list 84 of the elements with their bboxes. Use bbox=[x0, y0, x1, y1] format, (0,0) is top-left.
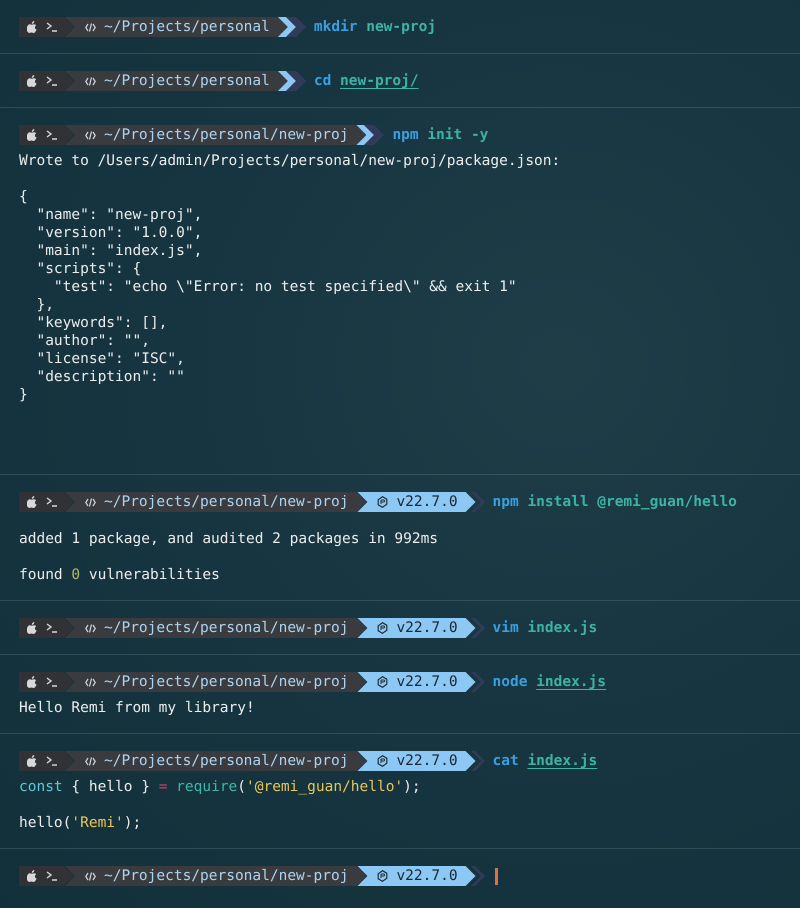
code-icon bbox=[85, 76, 96, 86]
command-text: node bbox=[492, 674, 528, 690]
output-line: added 1 package, and audited 2 packages in 992ms bbox=[19, 530, 440, 548]
chevron-icon bbox=[470, 618, 485, 638]
path-text: ~/Projects/personal/new-proj bbox=[104, 753, 348, 769]
apple-icon bbox=[27, 755, 38, 767]
output-line: Wrote to /Users/admin/Projects/personal/new-proj/package.json: bbox=[19, 152, 562, 170]
output-line: "name": "new-proj", bbox=[35, 206, 204, 224]
double-chevron-icon bbox=[276, 17, 306, 37]
code-icon bbox=[85, 498, 96, 506]
apple-icon bbox=[27, 129, 38, 141]
node-version-text: v22.7.0 bbox=[396, 753, 458, 769]
output-line: "version": "1.0.0", bbox=[35, 224, 204, 242]
code-line: hello('Remi'); bbox=[19, 814, 142, 832]
node-version-text: v22.7.0 bbox=[396, 674, 458, 690]
command-argument: new-proj bbox=[366, 19, 436, 35]
output-line: } bbox=[19, 386, 29, 404]
command-argument: new-proj/ bbox=[340, 73, 419, 89]
command-text: npm bbox=[392, 127, 419, 143]
path-text: ~/Projects/personal/new-proj bbox=[104, 127, 348, 143]
hexagon-icon bbox=[377, 496, 388, 508]
command-text: cat bbox=[492, 753, 519, 769]
output-line: found 0 vulnerabilities bbox=[19, 566, 221, 584]
command-text: mkdir bbox=[314, 19, 358, 35]
command-argument: install bbox=[527, 494, 589, 510]
chevron-icon bbox=[470, 492, 485, 512]
command-text: npm bbox=[492, 494, 519, 510]
command-text: vim bbox=[492, 620, 519, 636]
code-icon bbox=[85, 22, 96, 32]
apple-icon bbox=[27, 870, 38, 882]
terminal-icon bbox=[46, 76, 58, 86]
command-argument: -y bbox=[470, 127, 488, 143]
code-icon bbox=[85, 756, 96, 766]
command-argument: init bbox=[427, 127, 462, 143]
terminal-icon bbox=[46, 623, 58, 633]
terminal-icon bbox=[46, 130, 58, 140]
terminal-icon bbox=[46, 871, 58, 881]
apple-icon bbox=[27, 622, 38, 634]
hexagon-icon bbox=[377, 870, 388, 882]
code-icon bbox=[85, 678, 96, 686]
terminal-icon bbox=[46, 677, 58, 687]
chevron-icon bbox=[470, 751, 485, 771]
path-text: ~/Projects/personal bbox=[104, 19, 270, 35]
command-argument: index.js bbox=[527, 620, 598, 636]
output-line: { bbox=[19, 188, 29, 206]
chevron-icon bbox=[470, 866, 485, 886]
terminal-icon bbox=[46, 22, 58, 32]
node-version-text: v22.7.0 bbox=[396, 494, 458, 510]
output-line: }, bbox=[35, 296, 55, 314]
code-icon bbox=[85, 130, 96, 140]
terminal-icon bbox=[46, 756, 58, 766]
output-line: "license": "ISC", bbox=[35, 350, 186, 368]
code-icon bbox=[85, 624, 96, 632]
double-chevron-icon bbox=[354, 125, 384, 145]
path-text: ~/Projects/personal/new-proj bbox=[104, 674, 348, 690]
output-line: "main": "index.js", bbox=[35, 242, 204, 260]
hexagon-icon bbox=[377, 622, 388, 634]
apple-icon bbox=[27, 496, 38, 508]
path-text: ~/Projects/personal bbox=[104, 73, 270, 89]
path-text: ~/Projects/personal/new-proj bbox=[104, 620, 348, 636]
output-line: "test": "echo \"Error: no test specified\" && exit 1" bbox=[52, 278, 518, 296]
apple-icon bbox=[27, 676, 38, 688]
output-line: Hello Remi from my library! bbox=[19, 699, 256, 717]
command-argument: @remi_guan/hello bbox=[597, 494, 737, 510]
chevron-icon bbox=[470, 672, 485, 692]
node-version-text: v22.7.0 bbox=[396, 868, 458, 884]
hexagon-icon bbox=[377, 676, 388, 688]
output-line: "description": "" bbox=[35, 368, 186, 386]
terminal-icon bbox=[46, 497, 58, 507]
output-line: "keywords": [], bbox=[35, 314, 168, 332]
apple-icon bbox=[27, 21, 38, 33]
hexagon-icon bbox=[377, 755, 388, 767]
code-icon bbox=[85, 872, 96, 880]
output-line: "author": "", bbox=[35, 332, 151, 350]
path-text: ~/Projects/personal/new-proj bbox=[104, 494, 348, 510]
command-argument: index.js bbox=[527, 753, 598, 769]
node-version-text: v22.7.0 bbox=[396, 620, 458, 636]
code-line: const { hello } = require('@remi_guan/hello'); bbox=[19, 778, 422, 796]
path-text: ~/Projects/personal/new-proj bbox=[104, 868, 348, 884]
double-chevron-icon bbox=[276, 71, 306, 91]
command-text: cd bbox=[314, 73, 332, 89]
apple-icon bbox=[27, 75, 38, 87]
command-argument: index.js bbox=[536, 674, 606, 690]
output-line: "scripts": { bbox=[35, 260, 142, 278]
